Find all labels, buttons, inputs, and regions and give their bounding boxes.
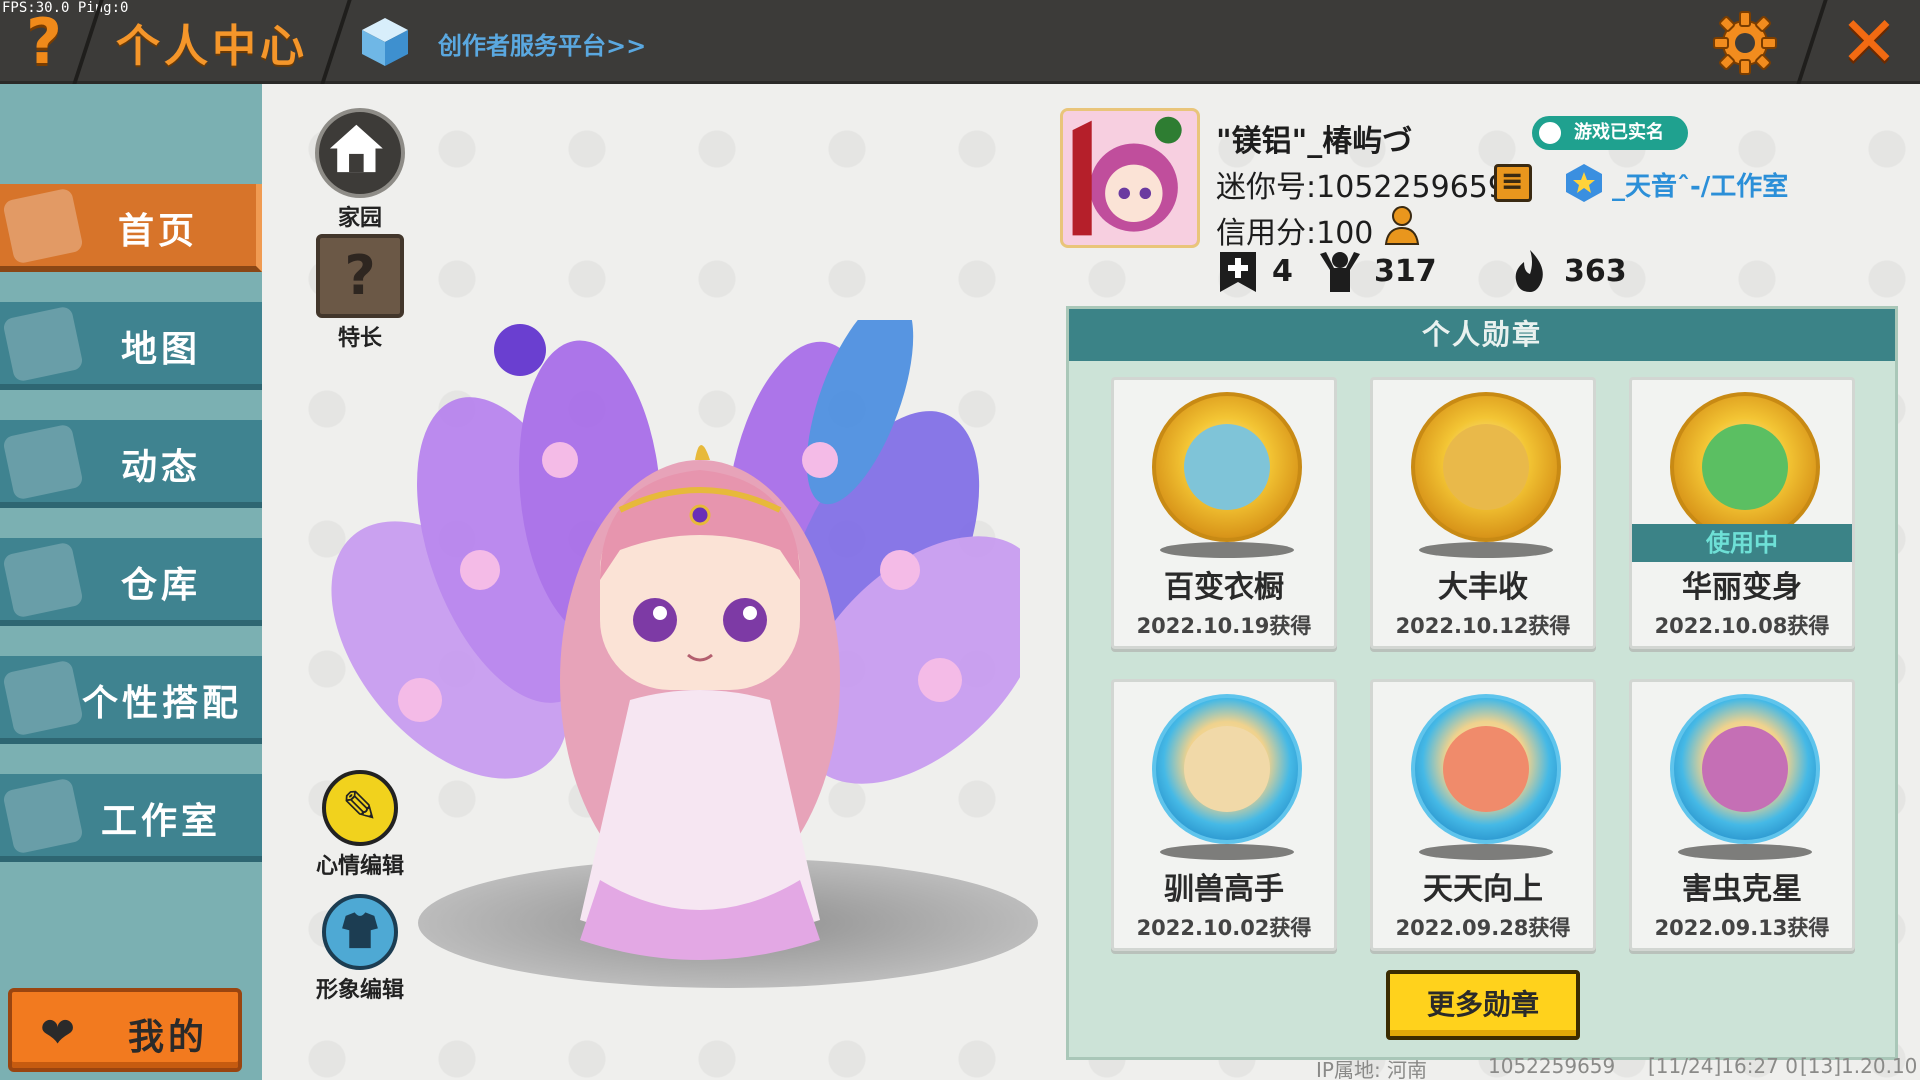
sidebar: 首页 地图 动态 仓库 个性搭配 工作室 <box>0 84 262 1080</box>
tamer-medal-icon <box>1152 694 1302 844</box>
user-info-icon[interactable] <box>1382 204 1426 248</box>
calendar-medal-icon <box>1411 694 1561 844</box>
sidebar-item-label: 工作室 <box>100 801 221 842</box>
mini-id: 迷你号:1052259659 <box>1216 170 1507 205</box>
bell-icon <box>2 423 84 501</box>
question-icon: ? <box>316 234 404 318</box>
medal-shadow <box>1160 542 1294 558</box>
in-use-badge: 使用中 <box>1632 524 1852 562</box>
divider <box>1796 0 1828 84</box>
sidebar-item-label: 地图 <box>120 329 201 370</box>
realname-badge: 游戏已实名 <box>1532 116 1688 150</box>
wardrobe-medal-icon <box>1152 392 1302 542</box>
medal-date: 2022.09.13获得 <box>1654 916 1830 940</box>
popularity-count: 363 <box>1564 254 1627 289</box>
medal-date: 2022.10.19获得 <box>1136 614 1312 638</box>
footer-time: [11/24]16:27 0 <box>1648 1054 1798 1078</box>
sidebar-item-map[interactable]: 地图 <box>0 302 262 390</box>
sidebar-item-outfit[interactable]: 个性搭配 <box>0 656 262 744</box>
medal-shadow <box>1678 844 1812 860</box>
sidebar-item-label: 动态 <box>120 447 201 488</box>
medal-panel-title: 个人勋章 <box>1069 309 1895 361</box>
add-friend-icon <box>1220 252 1256 292</box>
sidebar-item-label: 仓库 <box>120 565 201 606</box>
character-avatar[interactable] <box>300 320 1020 1000</box>
creator-platform-label: 创作者服务平台>> <box>438 32 647 60</box>
sidebar-item-label: 个性搭配 <box>81 683 242 724</box>
medal-name: 华丽变身 <box>1682 570 1802 605</box>
more-medals-button[interactable]: 更多勋章 <box>1386 970 1580 1040</box>
medal-shadow <box>1160 844 1294 860</box>
cube-icon <box>362 18 408 66</box>
studio-link[interactable]: _天音ˆ-/工作室 <box>1612 166 1788 203</box>
medal-date: 2022.10.08获得 <box>1654 614 1830 638</box>
friends-count: 4 <box>1272 254 1293 289</box>
home-tool-label: 家园 <box>337 206 382 231</box>
sidebar-item-feed[interactable]: 动态 <box>0 420 262 508</box>
medal-card[interactable]: 百变衣橱 2022.10.19获得 <box>1111 377 1337 649</box>
realname-badge-label: 游戏已实名 <box>1574 122 1664 143</box>
gear-icon[interactable] <box>1712 10 1778 76</box>
house-icon <box>315 108 405 198</box>
map-icon <box>2 305 84 383</box>
medal-name: 大丰收 <box>1438 570 1528 605</box>
transform-medal-icon <box>1670 392 1820 542</box>
home-tool[interactable]: 家园 <box>310 108 410 232</box>
tree-icon <box>2 777 84 855</box>
page-title: 个人中心 <box>116 21 308 72</box>
footer-uid: 1052259659 <box>1488 1054 1616 1078</box>
medal-name: 驯兽高手 <box>1164 872 1284 907</box>
medal-name: 害虫克星 <box>1682 872 1802 907</box>
harvest-medal-icon <box>1411 392 1561 542</box>
medal-date: 2022.10.12获得 <box>1395 614 1571 638</box>
medal-card[interactable]: 驯兽高手 2022.10.02获得 <box>1111 679 1337 951</box>
footer-version: [13]1.20.10 <box>1800 1054 1918 1078</box>
heart-icon: ❤ <box>40 1008 76 1057</box>
credit-score: 信用分:100 <box>1216 216 1374 251</box>
user-check-icon <box>1536 119 1564 147</box>
creator-platform-link[interactable]: 创作者服务平台>> <box>360 14 780 70</box>
medal-date: 2022.10.02获得 <box>1136 916 1312 940</box>
fans-icon <box>1320 252 1360 292</box>
medal-date: 2022.09.28获得 <box>1395 916 1571 940</box>
medal-card[interactable]: 大丰收 2022.10.12获得 <box>1370 377 1596 649</box>
medal-card[interactable]: 害虫克星 2022.09.13获得 <box>1629 679 1855 951</box>
avatar[interactable] <box>1060 108 1200 248</box>
top-bar: FPS:30.0 Ping:0 ? 个人中心 创作者服务平台>> ✕ <box>0 0 1920 84</box>
mine-label: 我的 <box>128 1017 209 1058</box>
medal-panel: 个人勋章 百变衣橱 2022.10.19获得 大丰收 2022.10.12获得 … <box>1066 306 1898 1060</box>
nickname: "镁铝"_椿屿づ <box>1216 124 1413 159</box>
sidebar-item-studio[interactable]: 工作室 <box>0 774 262 862</box>
divider <box>320 0 352 84</box>
mine-button[interactable]: ❤ 我的 <box>8 988 242 1072</box>
fans-count: 317 <box>1374 254 1437 289</box>
home-nav-icon <box>2 187 84 265</box>
studio-badge-icon <box>1566 164 1602 202</box>
sidebar-item-home[interactable]: 首页 <box>0 184 262 272</box>
sidebar-item-storage[interactable]: 仓库 <box>0 538 262 626</box>
close-icon[interactable]: ✕ <box>1832 4 1906 80</box>
help-icon[interactable]: ? <box>14 8 74 76</box>
ip-location: IP属地: 河南 <box>1316 1058 1428 1080</box>
bug-medal-icon <box>1670 694 1820 844</box>
sidebar-item-label: 首页 <box>117 211 198 252</box>
medal-card[interactable]: 天天向上 2022.09.28获得 <box>1370 679 1596 951</box>
warehouse-icon <box>2 541 84 619</box>
medal-card[interactable]: 使用中 华丽变身 2022.10.08获得 <box>1629 377 1855 649</box>
medal-shadow <box>1419 844 1553 860</box>
flame-icon <box>1515 250 1543 292</box>
copy-icon[interactable] <box>1494 164 1532 202</box>
medal-name: 天天向上 <box>1423 872 1543 907</box>
medal-shadow <box>1419 542 1553 558</box>
medal-name: 百变衣橱 <box>1164 570 1284 605</box>
